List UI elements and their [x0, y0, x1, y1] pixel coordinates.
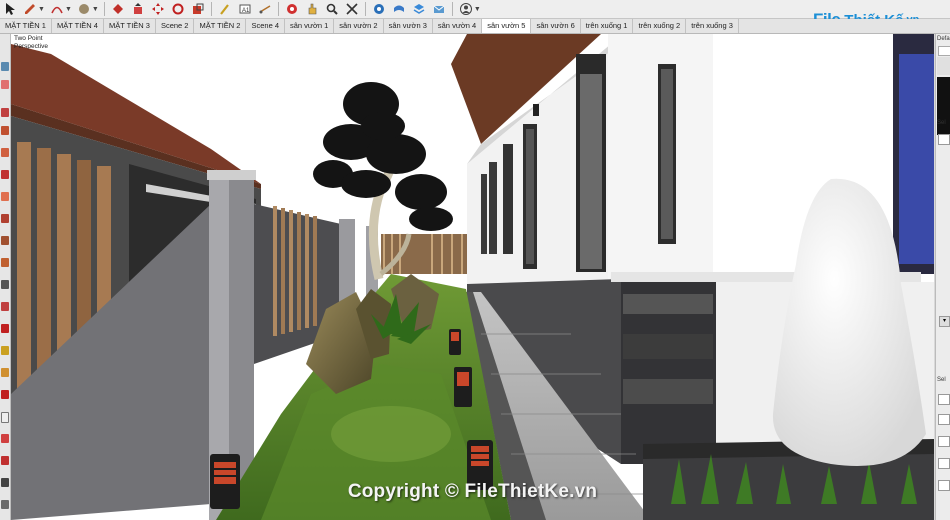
select-label: Sel: [937, 120, 946, 126]
camera-mode-label: Two Point Perspective: [14, 35, 48, 51]
select-icon[interactable]: [0, 60, 10, 74]
text-icon[interactable]: [0, 410, 10, 424]
toolbar-separator: [451, 2, 453, 16]
scene-tab[interactable]: MẶT TIỀN 4: [52, 19, 104, 33]
rotate-icon[interactable]: [170, 2, 186, 16]
scene-tabs: MẶT TIỀN 1 MẶT TIỀN 4 MẶT TIỀN 3 Scene 2 MẶT…: [0, 19, 950, 34]
scene-tab[interactable]: MẶT TIỀN 2: [194, 19, 247, 33]
dimension-icon[interactable]: [257, 2, 273, 16]
tray-field[interactable]: [938, 480, 950, 491]
paint-bucket-icon[interactable]: [110, 2, 126, 16]
warehouse-icon[interactable]: [371, 2, 387, 16]
tray-field[interactable]: [938, 458, 950, 469]
main-toolbar: ▼ ▼ ▼ A1 ▼: [0, 0, 950, 19]
copyright-watermark: Copyright © FileThietKe.vn: [347, 481, 598, 502]
left-toolbar: [0, 34, 11, 520]
scene-tab[interactable]: MẶT TIỀN 1: [0, 19, 52, 33]
tray-field[interactable]: [938, 394, 950, 405]
circle-icon[interactable]: [0, 168, 10, 182]
toolbar-separator: [364, 2, 366, 16]
follow-me-icon[interactable]: [0, 234, 10, 248]
pan-icon[interactable]: [304, 2, 320, 16]
chevron-down-icon[interactable]: ▼: [38, 6, 45, 13]
tray-section-header[interactable]: [937, 57, 950, 75]
camera-label-line2: Perspective: [14, 43, 48, 50]
tray-field[interactable]: [938, 436, 950, 447]
select-label: Sel: [937, 377, 946, 383]
chevron-down-icon[interactable]: ▼: [474, 6, 481, 13]
axes-icon[interactable]: [0, 388, 10, 402]
scale-icon[interactable]: [0, 322, 10, 336]
scene-render: [11, 34, 934, 520]
3d-viewport[interactable]: Two Point Perspective Copyright © FileTh…: [11, 34, 934, 520]
material-preview: [937, 77, 950, 135]
tray-scroll-button[interactable]: ▾: [939, 316, 950, 327]
offset-icon[interactable]: [0, 256, 10, 270]
scene-tab[interactable]: sân vườn 3: [384, 19, 433, 33]
protractor-icon[interactable]: [0, 366, 10, 380]
scene-tab[interactable]: MẶT TIỀN 3: [104, 19, 156, 33]
scale-icon[interactable]: [190, 2, 206, 16]
toolbar-separator: [103, 2, 105, 16]
arc-icon[interactable]: [49, 2, 65, 16]
orbit-icon[interactable]: [284, 2, 300, 16]
orbit-icon[interactable]: [0, 454, 10, 468]
rectangle-icon[interactable]: [0, 146, 10, 160]
svg-text:A1: A1: [242, 8, 250, 14]
bollard-light: [454, 367, 472, 407]
tape-measure-icon[interactable]: [217, 2, 233, 16]
walk-icon[interactable]: [0, 498, 10, 512]
extension-icon[interactable]: [391, 2, 407, 16]
scene-tab[interactable]: sân vườn 6: [531, 19, 581, 33]
scene-tab[interactable]: sân vườn 2: [334, 19, 384, 33]
zoom-extents-icon[interactable]: [344, 2, 360, 16]
default-tray: Defa Sel ▾ Sel: [935, 34, 950, 520]
scene-tab[interactable]: sân vườn 1: [285, 19, 335, 33]
scene-tab[interactable]: Scene 2: [156, 19, 195, 33]
bollard-light: [449, 329, 461, 355]
eraser-icon[interactable]: [76, 2, 92, 16]
section-plane-icon[interactable]: [0, 432, 10, 446]
toolbar-separator: [277, 2, 279, 16]
push-pull-icon[interactable]: [0, 212, 10, 226]
toolbar-separator: [210, 2, 212, 16]
chevron-down-icon[interactable]: ▼: [92, 6, 99, 13]
scene-tab[interactable]: trên xuống 1: [581, 19, 634, 33]
scene-tab[interactable]: trên xuống 3: [686, 19, 739, 33]
pencil-icon[interactable]: [0, 106, 10, 120]
polygon-icon[interactable]: [0, 190, 10, 204]
tray-field[interactable]: [938, 414, 950, 425]
account-icon[interactable]: [458, 2, 474, 16]
text-icon[interactable]: A1: [237, 2, 253, 16]
select-icon[interactable]: [2, 2, 18, 16]
zoom-icon[interactable]: [0, 476, 10, 490]
arc-icon[interactable]: [0, 124, 10, 138]
zoom-icon[interactable]: [324, 2, 340, 16]
scene-tab[interactable]: sân vườn 4: [433, 19, 483, 33]
move-icon[interactable]: [0, 278, 10, 292]
eraser-icon[interactable]: [0, 78, 10, 92]
tray-title: Defa: [937, 36, 950, 42]
pencil-icon[interactable]: [22, 2, 38, 16]
scene-tab[interactable]: trên xuống 2: [633, 19, 687, 33]
move-icon[interactable]: [150, 2, 166, 16]
rotate-icon[interactable]: [0, 300, 10, 314]
tray-dropdown[interactable]: [938, 134, 950, 145]
layers-icon[interactable]: [411, 2, 427, 16]
tray-close-button[interactable]: [938, 46, 950, 56]
tape-measure-icon[interactable]: [0, 344, 10, 358]
extension-icon[interactable]: [431, 2, 447, 16]
push-pull-icon[interactable]: [130, 2, 146, 16]
scene-tab[interactable]: Scene 4: [246, 19, 285, 33]
camera-label-line1: Two Point: [14, 35, 43, 42]
scene-tab[interactable]: sân vườn 5: [482, 19, 532, 33]
chevron-down-icon[interactable]: ▼: [65, 6, 72, 13]
